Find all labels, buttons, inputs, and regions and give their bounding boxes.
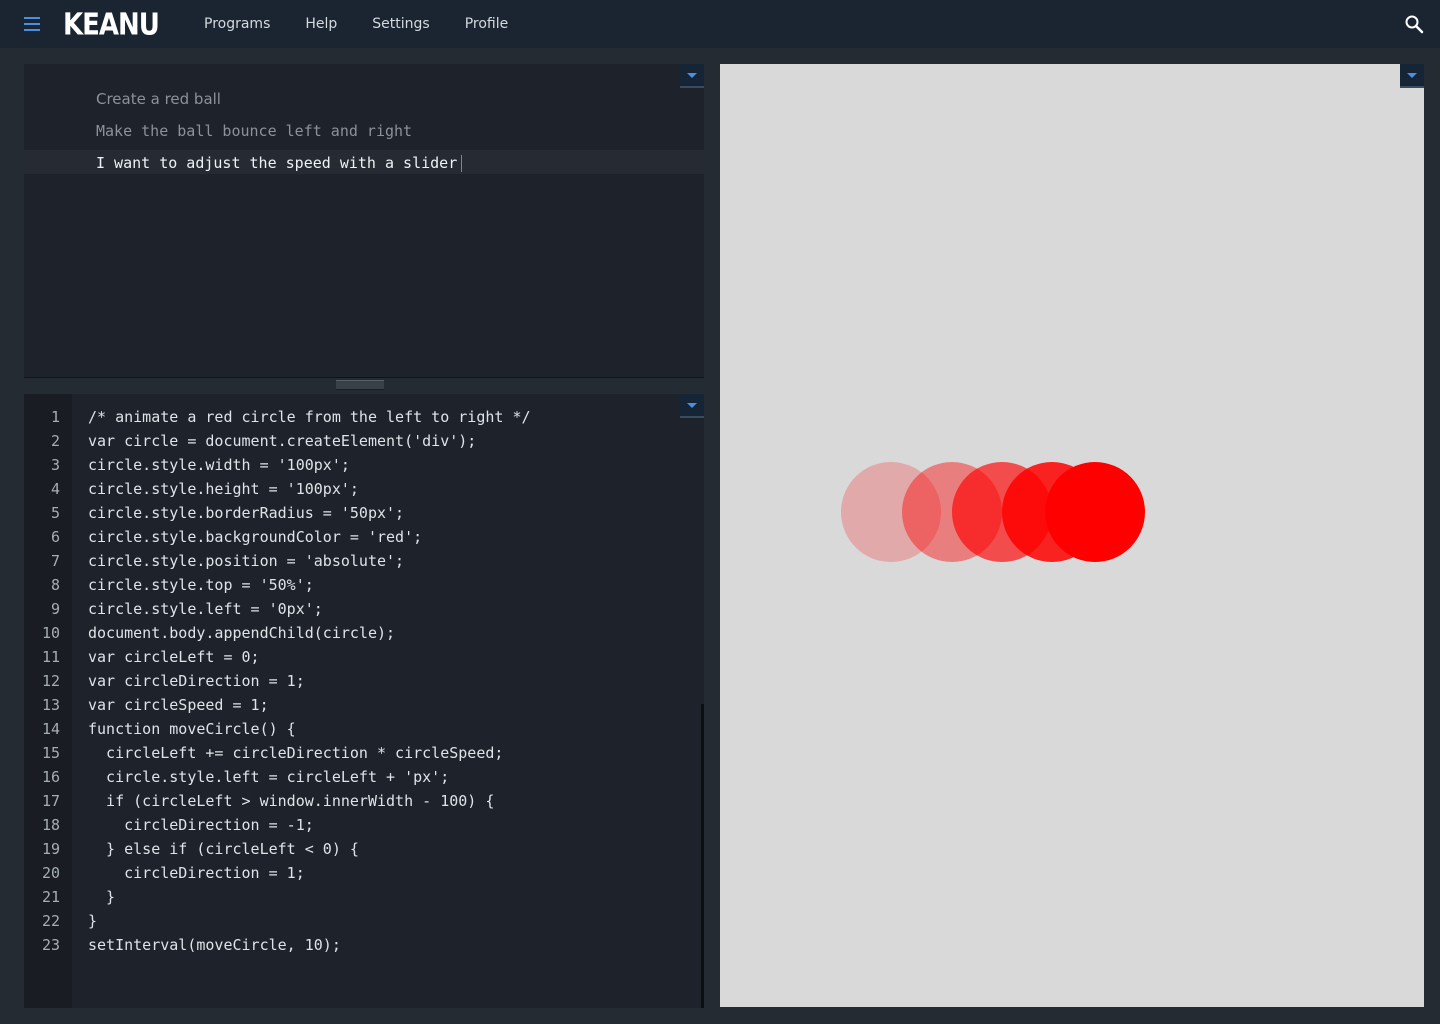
code-line[interactable]: 22} (24, 912, 694, 936)
line-number: 4 (50, 480, 60, 498)
code-line[interactable]: 21 } (24, 888, 694, 912)
code-text: circleDirection = -1; (88, 816, 314, 834)
red-ball (1045, 462, 1145, 562)
code-line[interactable]: 5 circle.style.borderRadius = '50px'; (24, 504, 694, 528)
prompt-input[interactable]: I want to adjust the speed with a slider (96, 154, 463, 172)
code-text: circle.style.backgroundColor = 'red'; (88, 528, 423, 546)
line-number: 19 (41, 840, 60, 858)
code-editor[interactable]: 1 /* animate a red circle from the left t… (24, 394, 704, 1008)
nav-item-programs[interactable]: Programs (204, 16, 270, 32)
app-logo[interactable]: KEANU (63, 8, 160, 43)
code-line[interactable]: 8 circle.style.top = '50%'; (24, 576, 694, 600)
code-line[interactable]: 6 circle.style.backgroundColor = 'red'; (24, 528, 694, 552)
chevron-down-icon (1407, 73, 1417, 78)
line-number: 5 (50, 504, 60, 522)
line-number: 17 (41, 792, 60, 810)
code-text: setInterval(moveCircle, 10); (88, 936, 341, 954)
code-text: var circleLeft = 0; (88, 648, 260, 666)
line-number: 1 (50, 408, 60, 426)
code-line[interactable]: 2 var circle = document.createElement('di… (24, 432, 694, 456)
line-number: 9 (50, 600, 60, 618)
chevron-down-icon (687, 73, 697, 78)
code-line[interactable]: 7 circle.style.position = 'absolute'; (24, 552, 694, 576)
nav-item-profile[interactable]: Profile (465, 16, 509, 32)
code-line[interactable]: 13 var circleSpeed = 1; (24, 696, 694, 720)
code-line[interactable]: 16 circle.style.left = circleLeft + 'px'… (24, 768, 694, 792)
code-line[interactable]: 11 var circleLeft = 0; (24, 648, 694, 672)
chevron-down-icon (687, 403, 697, 408)
line-number: 2 (50, 432, 60, 450)
line-number: 7 (50, 552, 60, 570)
code-line[interactable]: 18 circleDirection = -1; (24, 816, 694, 840)
code-line[interactable]: 3 circle.style.width = '100px'; (24, 456, 694, 480)
code-text: } (88, 888, 116, 906)
code-line[interactable]: 12 var circleDirection = 1; (24, 672, 694, 696)
line-number: 14 (41, 720, 60, 738)
code-text: circle.style.left = '0px'; (88, 600, 323, 618)
code-text: circle.style.left = circleLeft + 'px'; (88, 768, 450, 786)
code-text: } else if (circleLeft < 0) { (88, 840, 359, 858)
prompt-history-item: Make the ball bounce left and right (96, 122, 413, 140)
preview-canvas[interactable] (720, 64, 1424, 1007)
code-line[interactable]: 17 if (circleLeft > window.innerWidth - … (24, 792, 694, 816)
code-text: var circleDirection = 1; (88, 672, 305, 690)
code-line[interactable]: 10 document.body.appendChild(circle); (24, 624, 694, 648)
nav-item-help[interactable]: Help (305, 16, 337, 32)
prompt-panel-collapse-button[interactable] (680, 64, 704, 88)
preview-panel-collapse-button[interactable] (1400, 64, 1424, 88)
code-text: circleLeft += circleDirection * circleSp… (88, 744, 504, 762)
line-number: 6 (50, 528, 60, 546)
top-navigation-bar: KEANU Programs Help Settings Profile (0, 0, 1440, 48)
panel-resize-handle[interactable] (336, 380, 384, 390)
code-line[interactable]: 14 function moveCircle() { (24, 720, 694, 744)
code-text: var circle = document.createElement('div… (88, 432, 477, 450)
code-line[interactable]: 19 } else if (circleLeft < 0) { (24, 840, 694, 864)
line-number: 15 (41, 744, 60, 762)
text-caret (461, 155, 463, 172)
code-text: circle.style.position = 'absolute'; (88, 552, 405, 570)
line-number: 11 (41, 648, 60, 666)
code-line[interactable]: 15 circleLeft += circleDirection * circl… (24, 744, 694, 768)
line-number: 16 (41, 768, 60, 786)
code-text: circle.style.height = '100px'; (88, 480, 359, 498)
code-line[interactable]: 9 circle.style.left = '0px'; (24, 600, 694, 624)
line-number: 3 (50, 456, 60, 474)
prompt-input-text: I want to adjust the speed with a slider (96, 154, 458, 172)
code-text: function moveCircle() { (88, 720, 296, 738)
code-line[interactable]: 23 setInterval(moveCircle, 10); (24, 936, 694, 960)
code-text: } (88, 912, 98, 930)
code-line[interactable]: 20 circleDirection = 1; (24, 864, 694, 888)
code-text: document.body.appendChild(circle); (88, 624, 396, 642)
line-number: 23 (41, 936, 60, 954)
line-number: 13 (41, 696, 60, 714)
code-panel-collapse-button[interactable] (680, 394, 704, 418)
code-text: circle.style.borderRadius = '50px'; (88, 504, 405, 522)
code-scrollbar[interactable] (701, 704, 704, 1008)
prompt-panel[interactable]: Create a red ball Make the ball bounce l… (24, 64, 704, 378)
prompt-history-item: Create a red ball (96, 90, 221, 108)
search-icon[interactable] (1404, 14, 1424, 34)
line-number: 22 (41, 912, 60, 930)
code-text: circle.style.top = '50%'; (88, 576, 314, 594)
line-number: 8 (50, 576, 60, 594)
line-number: 10 (41, 624, 60, 642)
line-number: 21 (41, 888, 60, 906)
code-text: /* animate a red circle from the left to… (88, 408, 531, 426)
code-line[interactable]: 4 circle.style.height = '100px'; (24, 480, 694, 504)
code-text: circle.style.width = '100px'; (88, 456, 350, 474)
code-text: var circleSpeed = 1; (88, 696, 269, 714)
main-nav: Programs Help Settings Profile (204, 0, 543, 48)
code-text: if (circleLeft > window.innerWidth - 100… (88, 792, 495, 810)
line-number: 20 (41, 864, 60, 882)
line-number: 12 (41, 672, 60, 690)
code-line[interactable]: 1 /* animate a red circle from the left t… (24, 408, 694, 432)
code-text: circleDirection = 1; (88, 864, 305, 882)
line-number: 18 (41, 816, 60, 834)
nav-item-settings[interactable]: Settings (372, 16, 429, 32)
menu-icon[interactable] (22, 14, 42, 34)
